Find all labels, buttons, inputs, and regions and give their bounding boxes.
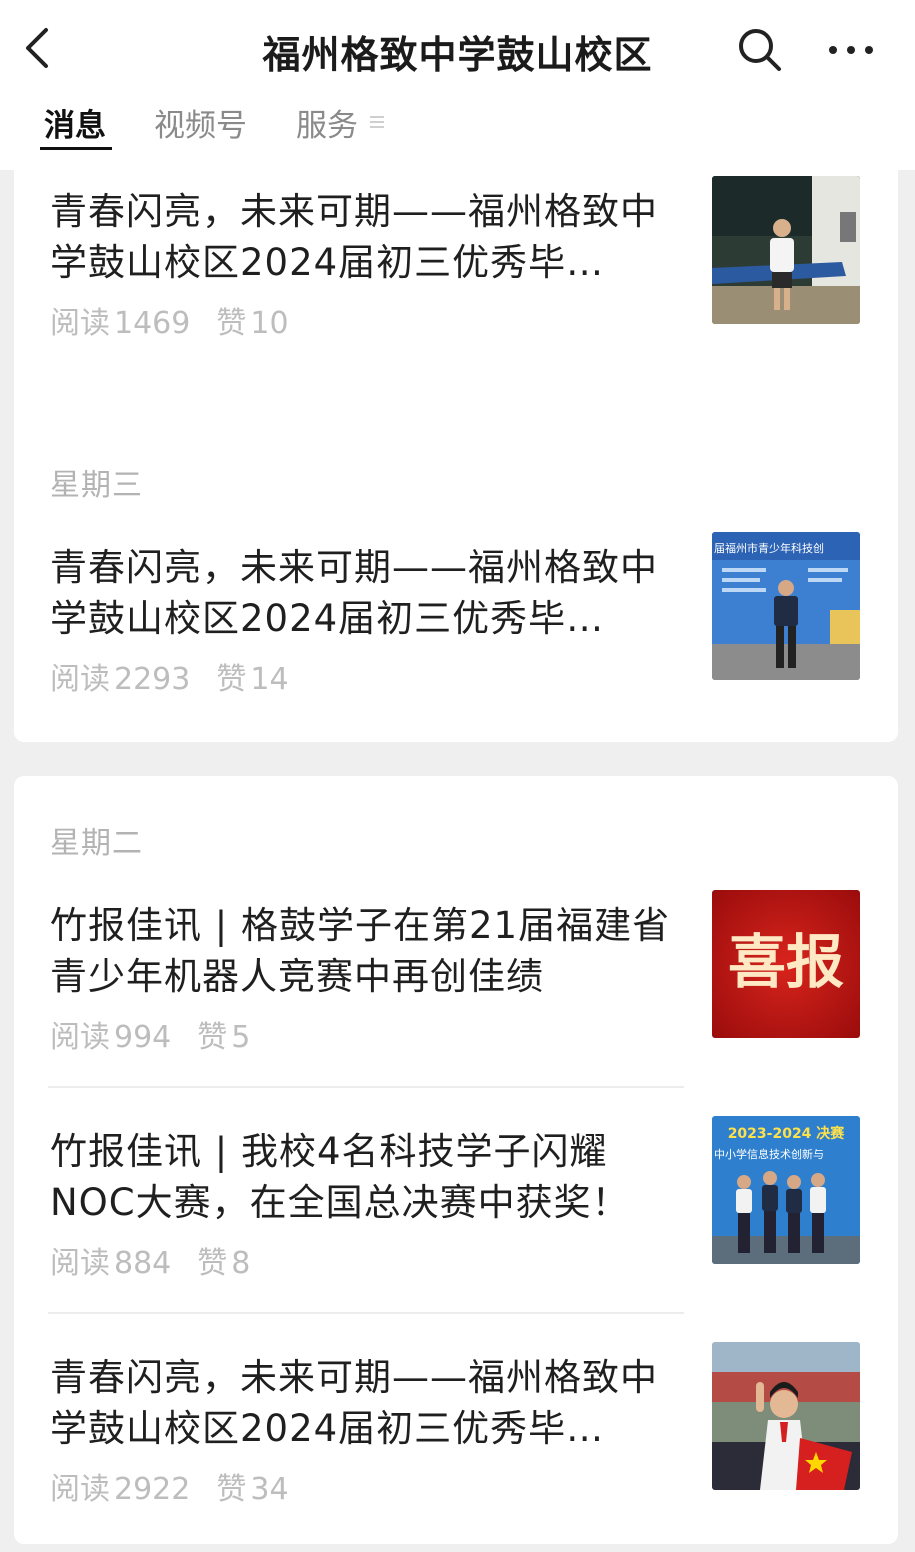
article-title[interactable]: 青春闪亮，未来可期——福州格致中学鼓山校区2024届初三优秀毕…	[50, 542, 682, 644]
like-label: 赞	[216, 1472, 247, 1507]
good-news-banner: 喜报	[712, 890, 860, 1038]
article-stats: 阅读 2922 赞 34	[50, 1464, 293, 1508]
article-title[interactable]: 竹报佳讯 | 格鼓学子在第21届福建省青少年机器人竞赛中再创佳绩	[50, 900, 682, 1002]
message-card: 星期二 竹报佳讯 | 格鼓学子在第21届福建省青少年机器人竞赛中再创佳绩 阅读 9…	[14, 776, 898, 1544]
app-header: 福州格致中学鼓山校区 消息 视频号 服务	[0, 0, 915, 170]
tab-video[interactable]: 视频号	[154, 100, 247, 145]
read-count: 2293	[114, 662, 191, 697]
menu-icon[interactable]	[370, 114, 384, 130]
article-stats: 阅读 2293 赞 14	[50, 654, 293, 698]
noc-finals-photo: 2023-2024 决赛 中小学信息技术创新与	[712, 1116, 860, 1264]
tab-messages[interactable]: 消息	[44, 100, 106, 145]
read-label: 阅读	[50, 662, 110, 697]
article-item[interactable]: 竹报佳讯 | 格鼓学子在第21届福建省青少年机器人竞赛中再创佳绩 阅读 994 赞 5…	[14, 890, 898, 1080]
student-ping-pong-photo	[712, 176, 860, 324]
like-count: 10	[250, 306, 289, 341]
read-label: 阅读	[50, 1246, 110, 1281]
read-count: 884	[114, 1246, 172, 1281]
divider	[48, 1312, 684, 1314]
article-stats: 阅读 994 赞 5	[50, 1012, 254, 1056]
article-title[interactable]: 青春闪亮，未来可期——福州格致中学鼓山校区2024届初三优秀毕…	[50, 186, 682, 288]
like-count: 14	[250, 662, 289, 697]
read-label: 阅读	[50, 1472, 110, 1507]
day-label: 星期三	[50, 468, 143, 503]
article-item[interactable]: 青春闪亮，未来可期——福州格致中学鼓山校区2024届初三优秀毕… 阅读 1469 赞…	[14, 176, 898, 366]
like-count: 34	[250, 1472, 289, 1507]
divider	[48, 1086, 684, 1088]
read-count: 1469	[114, 306, 191, 341]
like-count: 5	[231, 1020, 251, 1055]
day-label: 星期二	[50, 826, 143, 861]
search-icon[interactable]	[736, 26, 782, 72]
thumbnail-subcaption: 中小学信息技术创新与	[714, 1147, 824, 1161]
thumbnail-caption: 喜报	[728, 928, 844, 996]
article-thumbnail[interactable]: 2023-2024 决赛 中小学信息技术创新与	[712, 1116, 860, 1264]
read-count: 2922	[114, 1472, 191, 1507]
read-label: 阅读	[50, 1020, 110, 1055]
article-item[interactable]: 青春闪亮，未来可期——福州格致中学鼓山校区2024届初三优秀毕… 阅读 2293 赞…	[14, 532, 898, 722]
thumbnail-caption: 届福州市青少年科技创	[714, 541, 824, 555]
like-label: 赞	[197, 1246, 228, 1281]
article-stats: 阅读 884 赞 8	[50, 1238, 254, 1282]
read-label: 阅读	[50, 306, 110, 341]
article-thumbnail[interactable]	[712, 1342, 860, 1490]
article-stats: 阅读 1469 赞 10	[50, 298, 293, 342]
more-icon[interactable]	[826, 36, 876, 64]
read-count: 994	[114, 1020, 172, 1055]
article-item[interactable]: 竹报佳讯 | 我校4名科技学子闪耀NOC大赛，在全国总决赛中获奖！ 阅读 884 赞…	[14, 1116, 898, 1306]
message-card: 青春闪亮，未来可期——福州格致中学鼓山校区2024届初三优秀毕… 阅读 1469 赞…	[14, 150, 898, 742]
article-item[interactable]: 青春闪亮，未来可期——福州格致中学鼓山校区2024届初三优秀毕… 阅读 2922 赞…	[14, 1342, 898, 1532]
like-label: 赞	[197, 1020, 228, 1055]
article-title[interactable]: 青春闪亮，未来可期——福州格致中学鼓山校区2024届初三优秀毕…	[50, 1352, 682, 1454]
like-count: 8	[231, 1246, 251, 1281]
student-science-contest-photo: 届福州市青少年科技创	[712, 532, 860, 680]
article-thumbnail[interactable]: 届福州市青少年科技创	[712, 532, 860, 680]
thumbnail-caption: 2023-2024 决赛	[728, 1125, 846, 1142]
student-flag-photo	[712, 1342, 860, 1490]
like-label: 赞	[216, 662, 247, 697]
tab-services[interactable]: 服务	[296, 100, 358, 145]
article-thumbnail[interactable]: 喜报	[712, 890, 860, 1038]
article-thumbnail[interactable]	[712, 176, 860, 324]
article-title[interactable]: 竹报佳讯 | 我校4名科技学子闪耀NOC大赛，在全国总决赛中获奖！	[50, 1126, 682, 1228]
like-label: 赞	[216, 306, 247, 341]
